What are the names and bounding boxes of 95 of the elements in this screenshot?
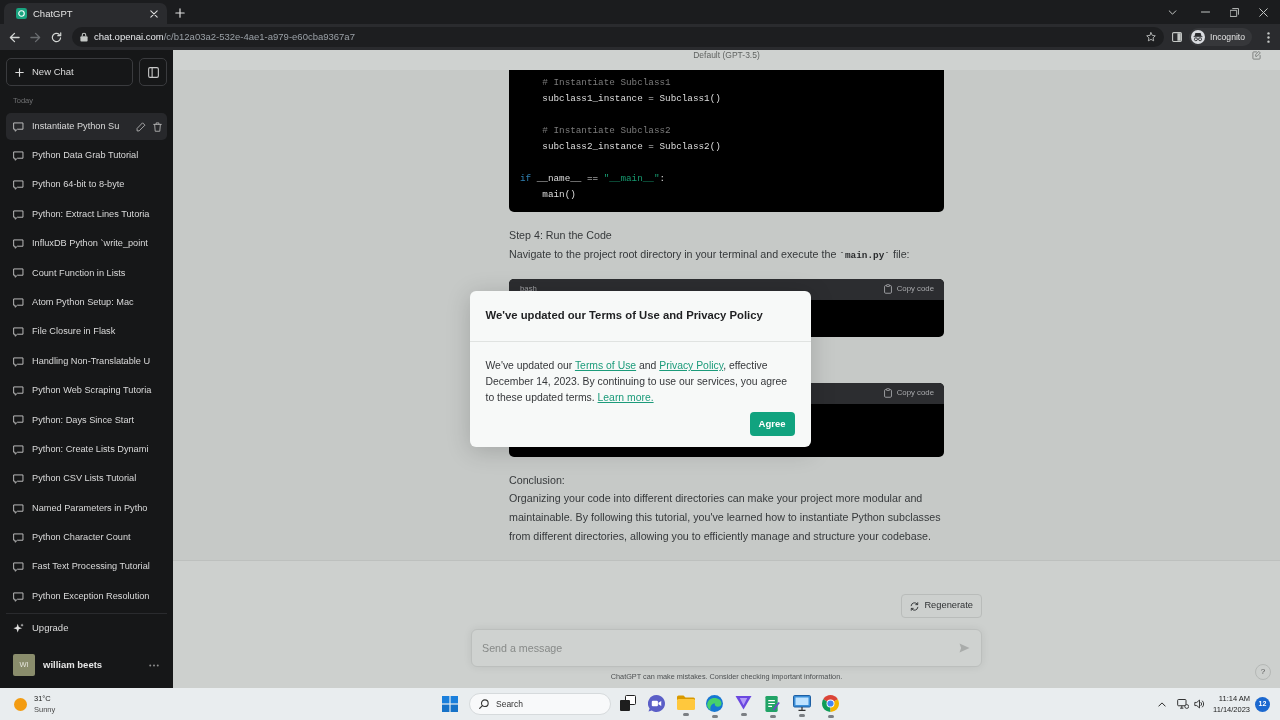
chat-item[interactable]: File Closure in Flask (6, 318, 167, 346)
clipboard-icon (883, 284, 892, 295)
code-line: subclass2_instance = Subclass2() (541, 140, 721, 154)
chat-item[interactable]: InfluxDB Python `write_point (6, 230, 167, 258)
more-vertical-icon[interactable] (1267, 31, 1270, 43)
chat-item[interactable]: Python Data Grab Tutorial (6, 142, 167, 170)
chat-bubble-icon (13, 121, 24, 132)
sparkle-icon (13, 622, 24, 634)
chevron-up-icon[interactable] (1158, 701, 1166, 707)
user-name: william beets (43, 657, 103, 672)
chat-item[interactable]: Instantiate Python Su (6, 113, 167, 140)
chat-bubble-icon (13, 150, 24, 161)
dialog-title: We've updated our Terms of Use and Privacy Policy (485, 309, 763, 323)
text-link[interactable]: Learn more. (597, 392, 654, 403)
chat-bubble-icon (13, 591, 24, 602)
chat-item[interactable]: Count Function in Lists (6, 259, 167, 287)
sidebar-toggle-button[interactable] (139, 58, 167, 86)
dialog-text: We've updated our Terms of Use and Privacy Policy, effective December 14, 2023. By continuing to use our services, you agree to these updated terms. Learn more. (485, 359, 788, 405)
refresh-icon (910, 601, 920, 611)
chat-bubble-icon (13, 503, 24, 514)
more-dots-icon[interactable] (149, 663, 159, 667)
chat-item[interactable]: Python: Extract Lines Tutoria (6, 201, 167, 229)
tab-title: ChatGPT (33, 7, 73, 20)
chat-item[interactable]: Python: Days Since Start (6, 406, 167, 434)
network-icon[interactable] (1177, 699, 1189, 709)
chat-bubble-icon (13, 297, 24, 308)
chat-bubble-icon (13, 415, 24, 426)
message-text: Step 4: Run the Code (509, 228, 613, 243)
message-text: Organizing your code into different directories can make your project more modular and maintainable. By following this tutorial, you've learned how to instantiate Python subclasses from different directories, allowing you to efficiently manage and structure your codebase. (509, 491, 942, 544)
chat-item[interactable]: Python 64-bit to 8-byte (6, 171, 167, 199)
notepad-icon[interactable] (765, 695, 780, 712)
code-line: if __name__ == "__main__": (520, 172, 666, 186)
swirl-logo-icon[interactable] (706, 695, 723, 712)
task-view-icon[interactable] (619, 695, 636, 711)
speaker-icon[interactable] (1194, 699, 1205, 709)
trash-icon[interactable] (153, 121, 162, 132)
url-text: chat.openai.com/c/b12a03a2-532e-4ae1-a979-e60cba9367a7 (94, 31, 355, 43)
new-chat-button[interactable]: New Chat (6, 58, 133, 86)
app-logo-icon (16, 8, 27, 19)
chat-bubble-icon (13, 386, 24, 396)
chat-bubble-icon (13, 327, 24, 338)
incognito-icon (1191, 30, 1206, 44)
sidebar-panel-icon[interactable] (1171, 32, 1182, 42)
close-icon[interactable] (150, 9, 158, 18)
chat-item[interactable]: Named Parameters in Pytho (6, 495, 167, 523)
chat-item[interactable]: Python Exception Resolution (6, 583, 167, 611)
chat-bubble-icon (13, 444, 24, 455)
sidebar-panel-icon (147, 66, 159, 78)
start-icon[interactable] (441, 696, 458, 712)
message-text: Conclusion: (509, 472, 566, 488)
chat-item[interactable]: Fast Text Processing Tutorial (6, 553, 167, 581)
star-icon[interactable] (1146, 32, 1157, 42)
restore-icon[interactable] (1230, 7, 1239, 17)
clipboard-icon (883, 388, 892, 399)
chat-bubble-icon (13, 532, 24, 543)
video-chat-icon[interactable] (648, 695, 665, 712)
message-input[interactable]: Send a message (471, 629, 982, 667)
profile-button[interactable]: Incognito (1189, 28, 1252, 46)
chat-bubble-icon (13, 356, 24, 367)
model-title: Default (GPT-3.5) (693, 50, 760, 62)
taskbar-search-box[interactable]: Search (469, 693, 611, 715)
browser-tab[interactable]: ChatGPT (4, 3, 167, 24)
triangle-logo-icon[interactable] (735, 695, 752, 710)
lock-icon (80, 32, 88, 42)
code-line: subclass1_instance = Subclass1() (541, 92, 721, 106)
chat-bubble-icon (13, 474, 24, 485)
chat-item[interactable]: Python: Create Lists Dynami (6, 436, 167, 464)
reload-icon[interactable] (51, 31, 62, 43)
chat-bubble-icon (13, 239, 24, 250)
sun-icon (14, 697, 27, 711)
chat-bubble-icon (13, 562, 24, 573)
chat-bubble-icon (13, 180, 24, 191)
chat-item[interactable]: Python Web Scraping Tutoria (6, 377, 167, 405)
plus-icon[interactable] (175, 8, 185, 18)
upgrade-button[interactable]: Upgrade (6, 614, 167, 642)
back-arrow-icon[interactable] (9, 31, 20, 43)
chat-item[interactable]: Handling Non-Translatable U (6, 348, 167, 376)
close-icon[interactable] (1259, 7, 1268, 17)
code-line: # Instantiate Subclass2 (541, 124, 671, 138)
chevron-down-icon[interactable] (1168, 9, 1177, 15)
monitor-icon[interactable] (792, 695, 811, 711)
message-text: Navigate to the project root directory in your terminal and execute the `main.py` file: (509, 246, 911, 263)
segmented-circle-icon[interactable] (822, 695, 839, 712)
chat-bubble-icon (13, 209, 24, 220)
chat-item[interactable]: Python CSV Lists Tutorial (6, 465, 167, 493)
chat-item[interactable]: Python Character Count (6, 524, 167, 552)
regenerate-button[interactable]: Regenerate (901, 594, 982, 618)
search-icon (479, 699, 489, 709)
code-line: # Instantiate Subclass1 (541, 76, 671, 90)
address-bar[interactable]: chat.openai.com/c/b12a03a2-532e-4ae1-a979-e60cba9367a7 (72, 27, 1165, 47)
pencil-icon[interactable] (136, 121, 146, 132)
chat-item[interactable]: Atom Python Setup: Mac (6, 289, 167, 317)
code-line: main() (541, 188, 576, 202)
plus-icon (15, 67, 24, 77)
chat-bubble-icon (13, 268, 24, 279)
